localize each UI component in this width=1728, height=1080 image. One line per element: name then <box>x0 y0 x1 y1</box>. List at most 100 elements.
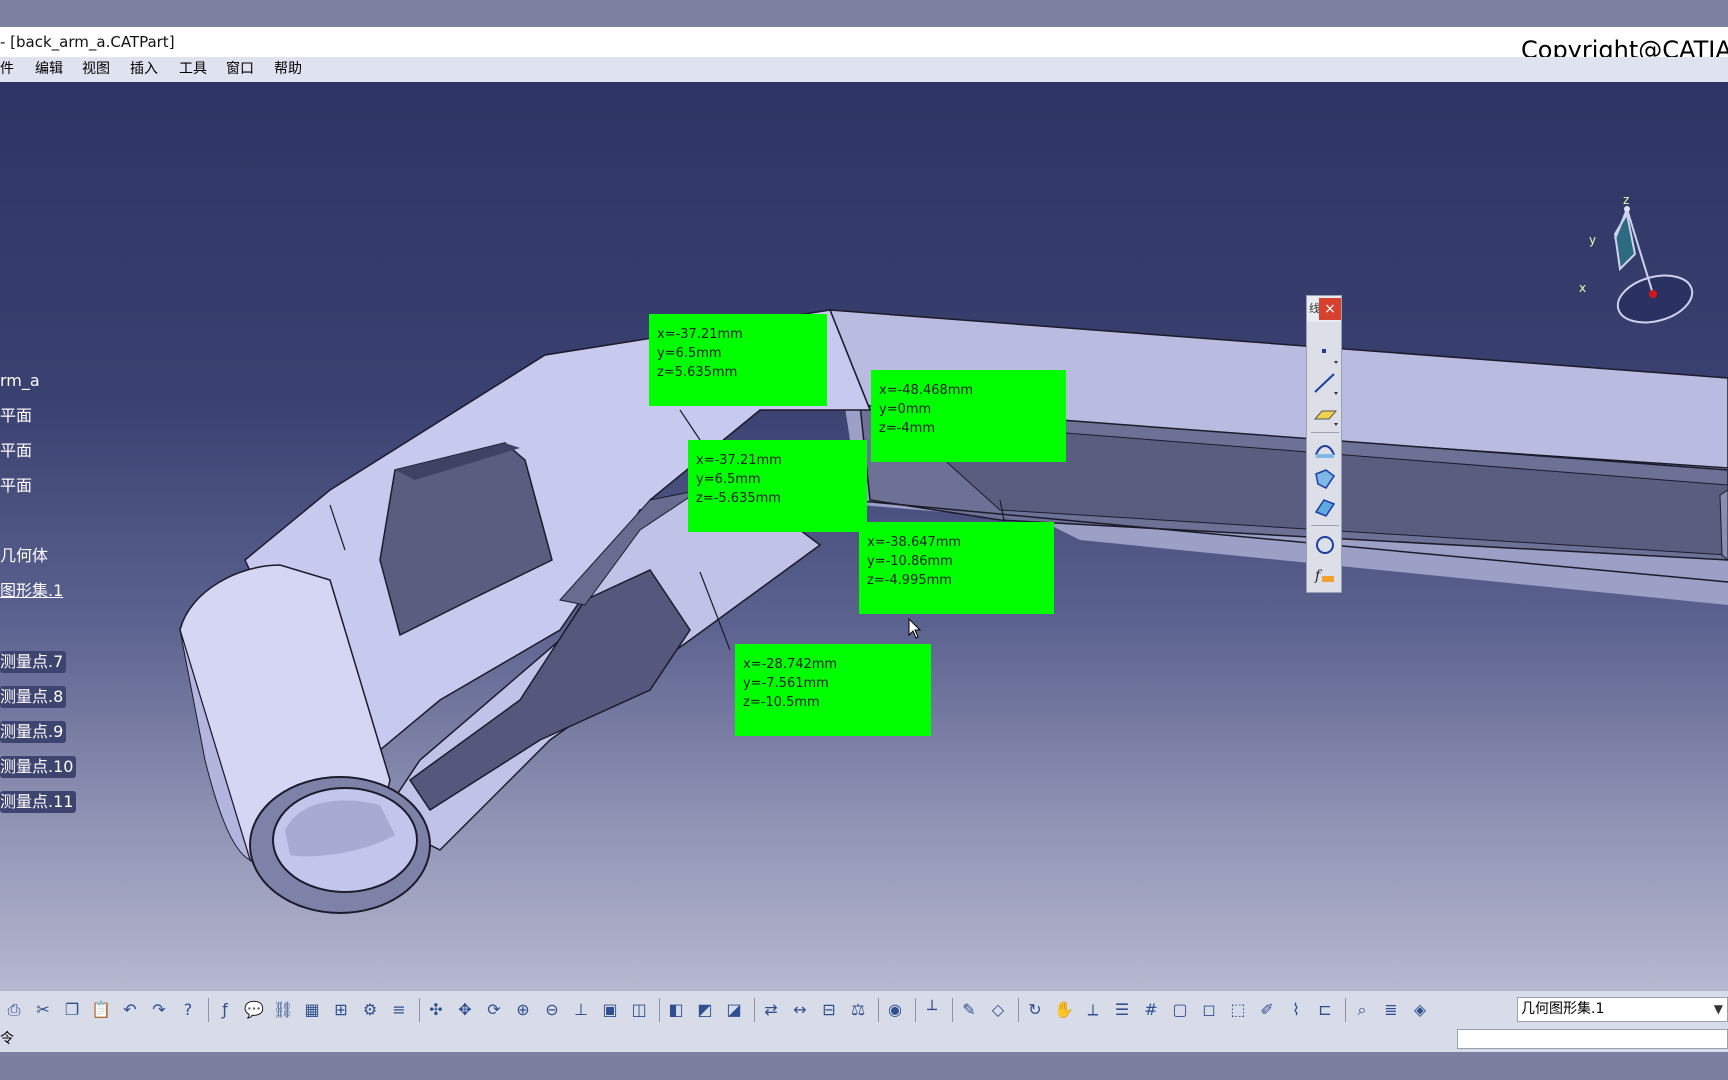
filter-icon[interactable]: ≡ <box>389 1000 409 1020</box>
tree-item-body[interactable]: 几何体 <box>0 545 48 567</box>
measure-x: x=-37.21mm <box>657 327 743 342</box>
cube-icon[interactable]: ▢ <box>1170 1000 1190 1020</box>
projection-icon[interactable] <box>1312 437 1338 463</box>
align-icon[interactable]: ⊏ <box>1315 1000 1335 1020</box>
hide-show-icon[interactable]: ◪ <box>724 1000 744 1020</box>
tree-item-point-11[interactable]: 测量点.11 <box>0 791 77 813</box>
sketch-icon[interactable]: ✎ <box>959 1000 979 1020</box>
fit-all-icon[interactable]: ✣ <box>426 1000 446 1020</box>
measure-label-5[interactable]: x=-28.742mm y=-7.561mm z=-10.5mm <box>735 644 931 736</box>
menu-edit[interactable]: 编辑 <box>35 57 63 82</box>
plane-icon[interactable] <box>1312 401 1338 427</box>
tree-item-plane-1[interactable]: 平面 <box>0 405 32 427</box>
camera-icon[interactable]: ◉ <box>885 1000 905 1020</box>
tree-item-point-8[interactable]: 测量点.8 <box>0 686 67 708</box>
swap-icon[interactable]: ⇄ <box>761 1000 781 1020</box>
grid-icon[interactable]: # <box>1141 1000 1161 1020</box>
zoom-out-icon[interactable]: ⊖ <box>542 1000 562 1020</box>
measure-label-2[interactable]: x=-48.468mm y=0mm z=-4mm <box>871 370 1066 462</box>
formula-icon[interactable]: ƒ <box>215 1000 235 1020</box>
measure-y: y=6.5mm <box>657 346 722 361</box>
line-icon[interactable] <box>1312 370 1338 396</box>
paste-icon[interactable]: 📋 <box>91 1000 111 1020</box>
axes-icon[interactable]: ⟂ <box>1083 1000 1103 1020</box>
close-icon[interactable]: × <box>1319 298 1341 320</box>
tree-item-part[interactable]: rm_a <box>0 370 40 392</box>
comment-icon[interactable]: 💬 <box>244 1000 264 1020</box>
toolbar-separator <box>659 998 660 1022</box>
menu-insert[interactable]: 插入 <box>130 57 158 82</box>
compass-x-label: x <box>1579 281 1586 295</box>
tree-item-plane-2[interactable]: 平面 <box>0 440 32 462</box>
copy-icon[interactable]: ❐ <box>62 1000 82 1020</box>
geometry-set-select[interactable]: 几何图形集.1 ▼ <box>1517 997 1728 1022</box>
point-icon[interactable] <box>1312 339 1338 365</box>
toolbar-grip[interactable]: 线 <box>1309 300 1320 318</box>
measure-label-3[interactable]: x=-37.21mm y=6.5mm z=-5.635mm <box>688 440 867 532</box>
intersection-icon[interactable] <box>1312 466 1338 492</box>
box-icon[interactable]: ◻ <box>1199 1000 1219 1020</box>
compass-z-label: z <box>1623 194 1629 207</box>
measure-z: z=-5.635mm <box>696 491 781 506</box>
render-icon[interactable]: ◩ <box>695 1000 715 1020</box>
tree-item-plane-3[interactable]: 平面 <box>0 475 32 497</box>
formula-icon[interactable]: f <box>1312 562 1338 588</box>
circle-icon[interactable] <box>1312 532 1338 558</box>
shading-icon[interactable]: ◧ <box>666 1000 686 1020</box>
surface-icon[interactable] <box>1312 494 1338 520</box>
menu-window[interactable]: 窗口 <box>226 57 254 82</box>
redo-icon[interactable]: ↷ <box>149 1000 169 1020</box>
measure-label-1[interactable]: x=-37.21mm y=6.5mm z=5.635mm <box>649 314 827 406</box>
tree-item-point-7[interactable]: 测量点.7 <box>0 651 67 673</box>
search-icon[interactable]: ⌕ <box>1352 1000 1372 1020</box>
measure-x: x=-38.647mm <box>867 535 962 550</box>
quick-view-icon[interactable]: ▣ <box>600 1000 620 1020</box>
list-icon[interactable]: ☰ <box>1112 1000 1132 1020</box>
hand-icon[interactable]: ✋ <box>1054 1000 1074 1020</box>
measure-between-icon[interactable]: ↔ <box>790 1000 810 1020</box>
brush-icon[interactable]: ⌇ <box>1286 1000 1306 1020</box>
table-icon[interactable]: ▦ <box>302 1000 322 1020</box>
mass-icon[interactable]: ⚖ <box>848 1000 868 1020</box>
toolbar-separator <box>754 998 755 1022</box>
toolbar-header[interactable]: 线 × <box>1307 296 1341 322</box>
tree-icon[interactable]: ⊞ <box>331 1000 351 1020</box>
measure-y: y=6.5mm <box>696 472 761 487</box>
part-icon[interactable]: ◈ <box>1410 1000 1430 1020</box>
normal-view-icon[interactable]: ⊥ <box>571 1000 591 1020</box>
update-icon[interactable]: ↻ <box>1025 1000 1045 1020</box>
help-icon[interactable]: ? <box>178 1000 198 1020</box>
frame-icon[interactable]: ⬚ <box>1228 1000 1248 1020</box>
cut-icon[interactable]: ✂ <box>33 1000 53 1020</box>
geometry-icon[interactable]: ◇ <box>988 1000 1008 1020</box>
tree-item-point-9[interactable]: 测量点.9 <box>0 721 67 743</box>
3d-viewport[interactable]: rm_a 平面 平面 平面 几何体 图形集.1 测量点.7 测量点.8 测量点.… <box>0 82 1728 990</box>
toolbar-separator <box>419 998 420 1022</box>
wireframe-toolbar: 线 × f <box>1306 295 1342 593</box>
command-input[interactable] <box>1457 1029 1728 1049</box>
measure-item-icon[interactable]: ⊟ <box>819 1000 839 1020</box>
compass-icon[interactable]: z y x <box>1575 194 1695 334</box>
axis-icon[interactable]: ┴ <box>922 1000 942 1020</box>
tree-item-point-10[interactable]: 测量点.10 <box>0 756 77 778</box>
menu-help[interactable]: 帮助 <box>274 57 302 82</box>
chevron-down-icon[interactable]: ▼ <box>1714 998 1723 1021</box>
link-icon[interactable]: ⛓ <box>273 1000 293 1020</box>
pan-icon[interactable]: ✥ <box>455 1000 475 1020</box>
menu-file[interactable]: 件 <box>0 57 14 82</box>
tree-item-geo-set[interactable]: 图形集.1 <box>0 580 63 602</box>
menu-tools[interactable]: 工具 <box>179 57 207 82</box>
rotate-icon[interactable]: ⟳ <box>484 1000 504 1020</box>
edit-icon[interactable]: ✐ <box>1257 1000 1277 1020</box>
print-icon[interactable]: ⎙ <box>4 1000 24 1020</box>
parameter-icon[interactable]: ⚙ <box>360 1000 380 1020</box>
layers-icon[interactable]: ≣ <box>1381 1000 1401 1020</box>
title-bar: - [back_arm_a.CATPart] <box>0 27 1728 57</box>
zoom-in-icon[interactable]: ⊕ <box>513 1000 533 1020</box>
undo-icon[interactable]: ↶ <box>120 1000 140 1020</box>
command-label: 令 <box>0 1031 14 1047</box>
iso-view-icon[interactable]: ◫ <box>629 1000 649 1020</box>
toolbar-separator <box>952 998 953 1022</box>
menu-view[interactable]: 视图 <box>82 57 110 82</box>
measure-label-4[interactable]: x=-38.647mm y=-10.86mm z=-4.995mm <box>859 522 1054 614</box>
